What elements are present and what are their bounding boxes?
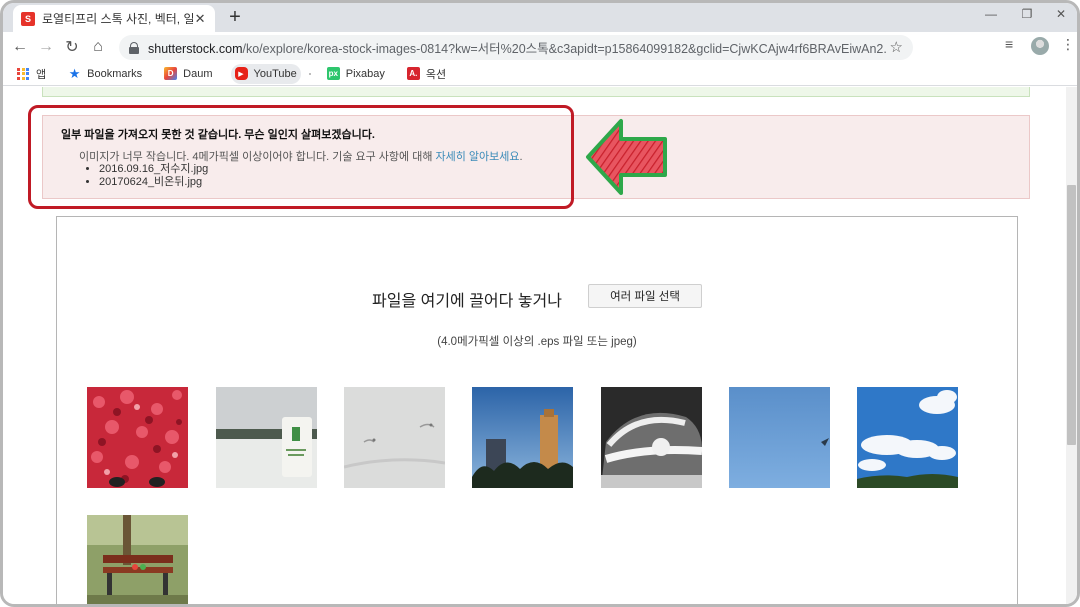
shutterstock-favicon-icon: S <box>21 11 35 26</box>
browser-toolbar: ← → ↻ ⌂ shutterstock.com/ko/explore/kore… <box>3 32 1077 62</box>
bookmark-bookmarks[interactable]: ★ Bookmarks <box>64 64 146 84</box>
lock-icon <box>129 41 139 54</box>
bookmark-star-icon[interactable]: ☆ <box>890 38 903 56</box>
maximize-icon[interactable]: ❐ <box>1015 7 1039 21</box>
bookmark-daum[interactable]: D Daum <box>160 64 216 84</box>
back-icon[interactable]: ← <box>7 34 33 60</box>
star-icon: ★ <box>68 65 81 81</box>
dropzone-requirements: (4.0메가픽셀 이상의 .eps 파일 또는 jpeg) <box>437 336 637 348</box>
menu-kebab-icon[interactable]: ⋮ <box>1061 36 1075 53</box>
uploaded-thumbnail[interactable] <box>729 387 830 488</box>
uploaded-thumbnail[interactable] <box>344 387 445 488</box>
uploaded-thumbnail[interactable] <box>472 387 573 488</box>
browser-window: S 로열티프리 스톡 사진, 벡터, 일러 ✕ + — ❐ ✕ ← → ↻ ⌂ … <box>0 0 1080 607</box>
uploaded-thumbnail[interactable] <box>601 387 702 488</box>
reload-icon[interactable]: ↻ <box>59 34 85 60</box>
select-files-button[interactable]: 여러 파일 선택 <box>588 284 702 308</box>
close-window-icon[interactable]: ✕ <box>1049 7 1073 21</box>
home-icon[interactable]: ⌂ <box>85 34 111 60</box>
browser-tab[interactable]: S 로열티프리 스톡 사진, 벡터, 일러 ✕ <box>13 5 215 32</box>
url-text: shutterstock.com/ko/explore/korea-stock-… <box>148 42 888 56</box>
bookmark-youtube[interactable]: ▶ YouTube <box>230 63 301 84</box>
tab-close-icon[interactable]: ✕ <box>193 11 207 27</box>
uploaded-thumbnail[interactable] <box>216 387 317 488</box>
profile-avatar[interactable] <box>1031 37 1049 55</box>
dropzone-title: 파일을 여기에 끌어다 놓거나 <box>372 293 562 310</box>
address-bar[interactable]: shutterstock.com/ko/explore/korea-stock-… <box>119 35 913 60</box>
page-content: 일부 파일을 가져오지 못한 것 같습니다. 무슨 일인지 살펴보겠습니다. 이… <box>3 87 1069 604</box>
daum-icon: D <box>164 67 178 80</box>
pixabay-icon: px <box>326 67 340 80</box>
tab-strip: S 로열티프리 스톡 사진, 벡터, 일러 ✕ + — ❐ ✕ <box>3 3 1077 32</box>
scrollbar-thumb[interactable] <box>1067 185 1076 445</box>
bookmarks-bar: 앱 ★ Bookmarks D Daum ▶ YouTube px Pixaba… <box>3 62 1077 86</box>
bookmark-separator <box>308 72 311 75</box>
media-control-icon[interactable]: ≡ <box>1005 36 1013 52</box>
bookmark-auction[interactable]: A. 옥션 <box>403 64 450 84</box>
page-scrollbar[interactable] <box>1066 87 1077 604</box>
new-tab-button[interactable]: + <box>225 6 245 28</box>
minimize-icon[interactable]: — <box>979 7 1003 21</box>
auction-icon: A. <box>406 67 420 80</box>
bookmark-pixabay[interactable]: px Pixabay <box>323 64 389 84</box>
annotation-highlight-box <box>28 105 574 209</box>
bookmark-apps[interactable]: 앱 <box>13 64 50 84</box>
youtube-icon: ▶ <box>234 67 248 80</box>
uploaded-thumbnail[interactable] <box>87 387 188 488</box>
success-banner <box>42 87 1030 97</box>
apps-grid-icon <box>17 67 29 80</box>
uploaded-thumbnail[interactable] <box>87 515 188 604</box>
tab-title: 로열티프리 스톡 사진, 벡터, 일러 <box>42 12 194 26</box>
forward-icon[interactable]: → <box>33 34 59 60</box>
upload-dropzone[interactable]: 파일을 여기에 끌어다 놓거나 여러 파일 선택 (4.0메가픽셀 이상의 .e… <box>56 216 1018 604</box>
uploaded-thumbnail[interactable] <box>857 387 958 488</box>
annotation-arrow-left-icon <box>586 119 667 195</box>
